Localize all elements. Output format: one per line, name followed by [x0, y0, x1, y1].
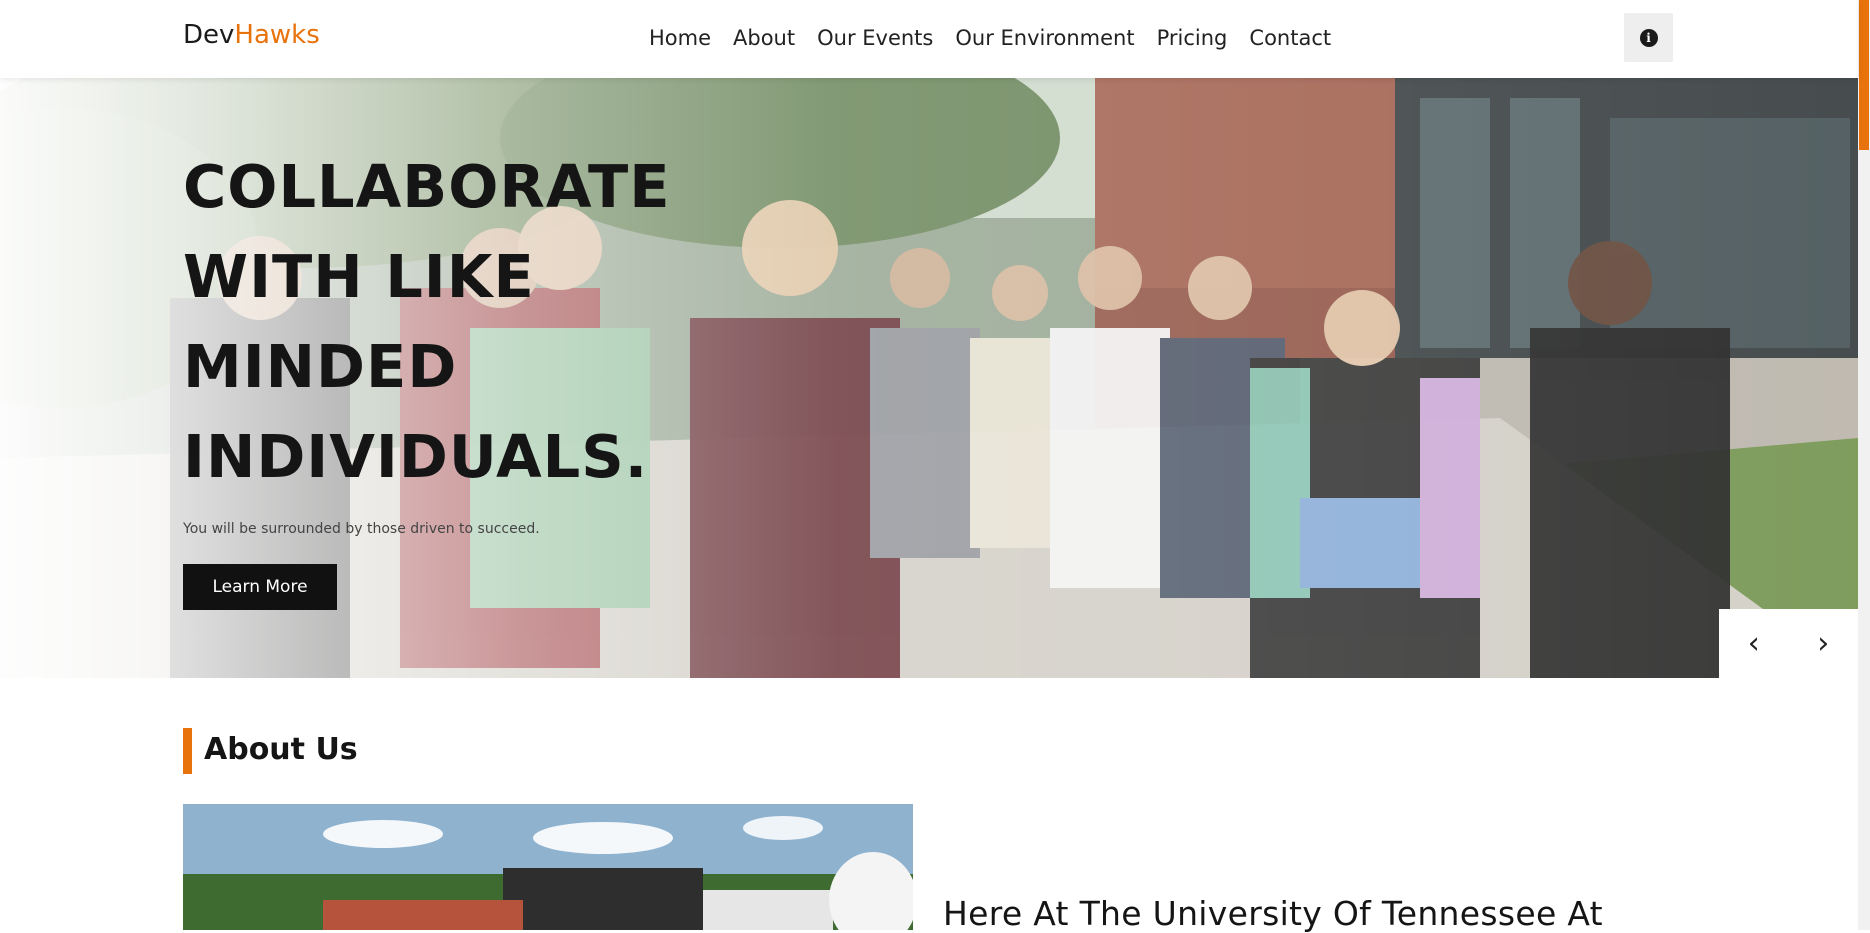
carousel-controls: ‹ ›	[1719, 609, 1858, 678]
about-section-title: About Us	[204, 732, 358, 767]
nav-contact[interactable]: Contact	[1238, 24, 1342, 52]
page-scrollbar-thumb[interactable]	[1859, 0, 1869, 150]
logo-dev-text: Dev	[183, 20, 235, 50]
main-nav: Home About Our Events Our Environment Pr…	[638, 24, 1342, 52]
logo-hawks-text: Hawks	[234, 20, 320, 50]
nav-about[interactable]: About	[722, 24, 806, 52]
hero-subtitle: You will be surrounded by those driven t…	[183, 521, 540, 537]
chevron-right-icon[interactable]: ›	[1803, 628, 1843, 659]
site-logo[interactable]: DevHawks	[183, 20, 320, 50]
section-accent-bar	[183, 728, 192, 774]
nav-our-events[interactable]: Our Events	[806, 24, 944, 52]
hero-carousel: COLLABORATE WITH LIKE MINDED INDIVIDUALS…	[0, 78, 1858, 678]
about-campus-image	[183, 804, 913, 930]
nav-pricing[interactable]: Pricing	[1146, 24, 1239, 52]
chevron-left-icon[interactable]: ‹	[1734, 628, 1774, 659]
learn-more-button[interactable]: Learn More	[183, 564, 337, 610]
info-icon: i	[1639, 28, 1658, 47]
site-header: DevHawks Home About Our Events Our Envir…	[0, 0, 1858, 78]
nav-home[interactable]: Home	[638, 24, 722, 52]
nav-our-environment[interactable]: Our Environment	[944, 24, 1145, 52]
hero-title: COLLABORATE WITH LIKE MINDED INDIVIDUALS…	[183, 152, 671, 491]
about-heading: Here At The University Of Tennessee At	[943, 894, 1603, 933]
info-button[interactable]: i	[1624, 13, 1673, 62]
